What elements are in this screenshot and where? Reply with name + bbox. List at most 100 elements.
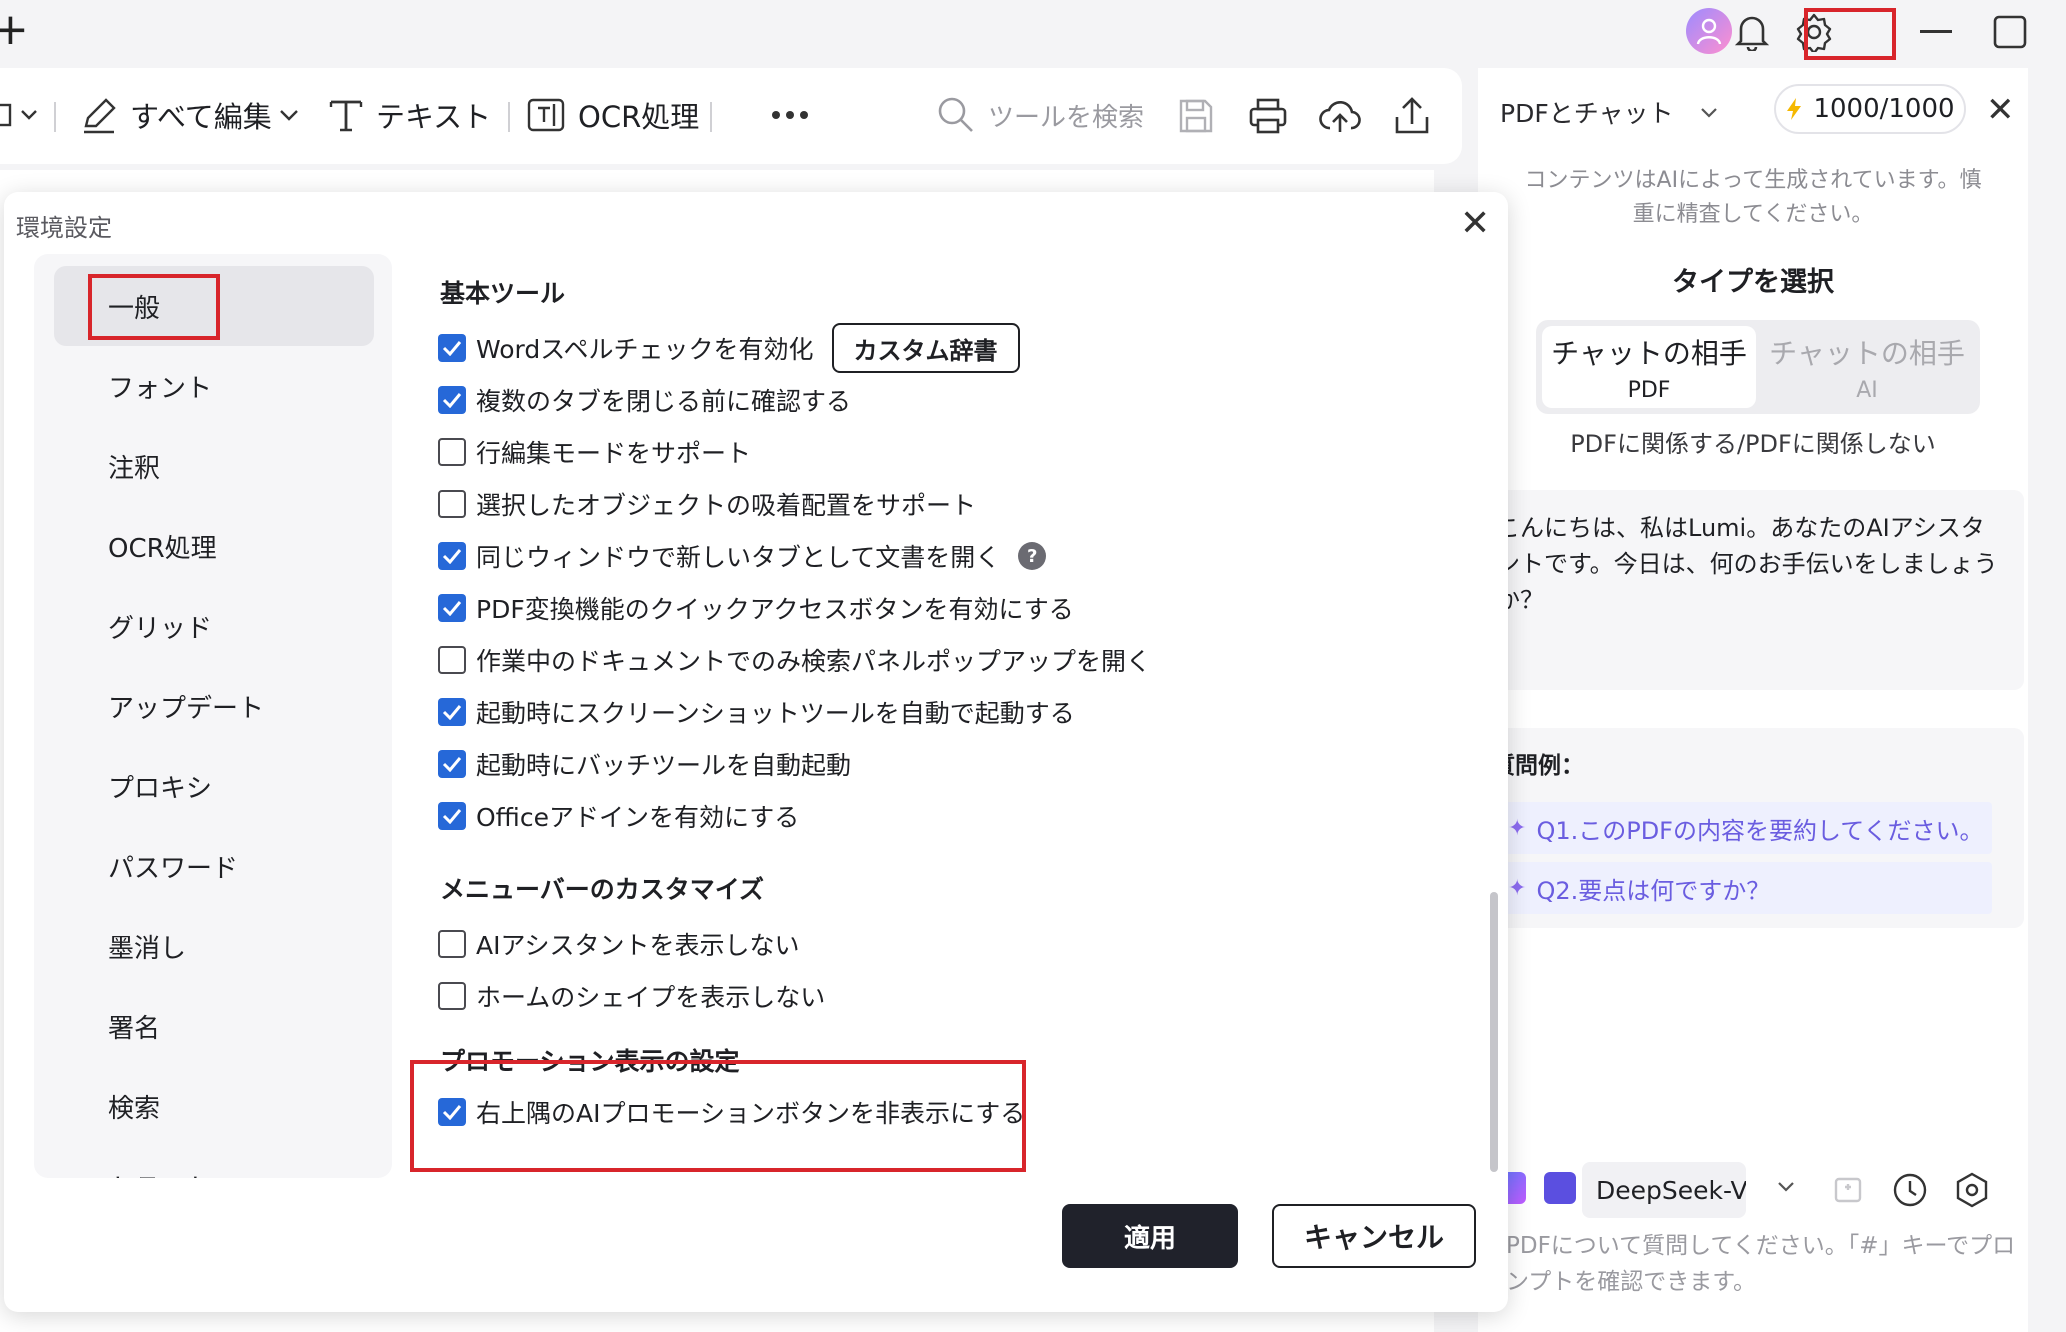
credits-badge[interactable]: 1000/1000 (1774, 84, 1966, 134)
type-option-label: チャットの相手 (1769, 337, 1965, 370)
checkbox-unchecked[interactable] (438, 490, 466, 518)
more-options-button[interactable] (770, 90, 822, 140)
option-hide-ai-assistant[interactable]: AIアシスタントを表示しない (438, 924, 799, 964)
option-word-spellcheck[interactable]: Wordスペルチェックを有効化 カスタム辞書 (438, 323, 1020, 373)
nav-item-label: 注釈 (108, 453, 161, 484)
nav-item-proxy[interactable]: プロキシ (54, 746, 374, 826)
nav-item-annotation[interactable]: 注釈 (54, 426, 374, 506)
nav-item-update[interactable]: アップデート (54, 666, 374, 746)
type-option-pdf[interactable]: チャットの相手 PDF (1542, 326, 1756, 408)
preferences-dialog: 環境設定 ✕ 一般 フォント 注釈 OCR処理 グリッド アップデート プロキシ… (4, 192, 1508, 1312)
settings-nav: 一般 フォント 注釈 OCR処理 グリッド アップデート プロキシ パスワード … (34, 254, 392, 1178)
model-label: DeepSeek-V3 (1596, 1175, 1746, 1205)
main-toolbar: すべて編集 テキスト OCR処理 ツールを検索 (0, 68, 1462, 164)
option-label: 起動時にスクリーンショットツールを自動で起動する (476, 699, 1075, 728)
checkbox-checked[interactable] (438, 594, 466, 622)
checkbox-checked[interactable] (438, 698, 466, 726)
type-option-ai[interactable]: チャットの相手 AI (1760, 326, 1974, 408)
checkbox-unchecked[interactable] (438, 646, 466, 674)
chat-mode-select[interactable]: PDFとチャット (1500, 84, 1719, 140)
nav-item-trust[interactable]: トラスト (54, 1146, 374, 1179)
greeting-message: こんにちは、私はLumi。あなたのAIアシスタントです。今日は、何のお手伝いをし… (1484, 490, 2024, 690)
example-question[interactable]: ✦ Q1.このPDFの内容を要約してください。 (1496, 802, 1992, 854)
view-menu-button[interactable] (0, 90, 58, 140)
option-search-panel-popup[interactable]: 作業中のドキュメントでのみ検索パネルポップアップを開く (438, 640, 1151, 680)
nav-item-label: 検索 (108, 1093, 161, 1124)
tool-search[interactable]: ツールを検索 (936, 90, 1144, 140)
option-quick-access-convert[interactable]: PDF変換機能のクイックアクセスボタンを有効にする (438, 588, 1074, 628)
close-icon[interactable]: ✕ (1460, 206, 1490, 242)
option-hide-home-shapes[interactable]: ホームのシェイプを表示しない (438, 976, 825, 1016)
text-tool-button[interactable]: テキスト (328, 90, 491, 140)
toolbar-separator (710, 102, 712, 132)
option-office-addin[interactable]: Officeアドインを有効にする (438, 796, 799, 836)
checkbox-unchecked[interactable] (438, 982, 466, 1010)
type-option-sub: PDF (1627, 378, 1671, 403)
ocr-label: OCR処理 (578, 100, 700, 134)
option-confirm-close-tabs[interactable]: 複数のタブを閉じる前に確認する (438, 380, 851, 420)
scrollbar-thumb[interactable] (1490, 892, 1498, 1172)
nav-item-ocr[interactable]: OCR処理 (54, 506, 374, 586)
option-line-edit-mode[interactable]: 行編集モードをサポート (438, 432, 751, 472)
edit-all-button[interactable]: すべて編集 (80, 90, 300, 140)
option-label: 同じウィンドウで新しいタブとして文書を開く (476, 543, 1001, 572)
checkbox-checked[interactable] (438, 542, 466, 570)
example-question[interactable]: ✦ Q2.要点は何ですか？ (1496, 862, 1992, 914)
lightning-icon (1787, 98, 1802, 120)
tool-search-placeholder: ツールを検索 (988, 102, 1145, 133)
checkbox-unchecked[interactable] (438, 438, 466, 466)
checkbox-checked[interactable] (438, 802, 466, 830)
share-icon[interactable] (1390, 94, 1434, 138)
custom-dictionary-button[interactable]: カスタム辞書 (831, 323, 1020, 373)
maximize-icon[interactable] (1986, 8, 2034, 56)
section-menubar: メニューバーのカスタマイズ (440, 875, 765, 904)
edit-all-label: すべて編集 (130, 100, 272, 134)
dialog-title: 環境設定 (16, 214, 112, 242)
new-tab-plus-icon[interactable]: + (0, 8, 29, 52)
ocr-button[interactable]: OCR処理 (526, 90, 699, 140)
close-icon[interactable]: ✕ (1986, 90, 2015, 130)
chat-tools-bar: DeepSeek-V3 (1494, 1158, 2014, 1222)
nav-item-search[interactable]: 検索 (54, 1066, 374, 1146)
promotion-highlight (410, 1060, 1026, 1172)
option-snap-objects[interactable]: 選択したオブジェクトの吸着配置をサポート (438, 484, 976, 524)
model-select[interactable]: DeepSeek-V3 (1582, 1162, 1746, 1218)
checkbox-unchecked[interactable] (438, 930, 466, 958)
checkbox-checked[interactable] (438, 750, 466, 778)
checkbox-checked[interactable] (438, 334, 466, 362)
cancel-button[interactable]: キャンセル (1272, 1204, 1476, 1268)
checkbox-checked[interactable] (438, 386, 466, 414)
chat-input[interactable]: PDFについて質問してください。「#」キーでプロンプトを確認できます。 (1506, 1228, 2016, 1300)
minimize-icon[interactable] (1912, 8, 1960, 56)
nav-item-grid[interactable]: グリッド (54, 586, 374, 666)
settings-content: 基本ツール Wordスペルチェックを有効化 カスタム辞書 複数のタブを閉じる前に… (404, 254, 1484, 1178)
chevron-down-icon (1701, 108, 1718, 118)
option-label: 作業中のドキュメントでのみ検索パネルポップアップを開く (476, 647, 1152, 676)
bell-icon[interactable] (1728, 8, 1776, 56)
option-label: AIアシスタントを表示しない (476, 931, 800, 960)
option-screenshot-autostart[interactable]: 起動時にスクリーンショットツールを自動で起動する (438, 692, 1075, 732)
settings-hex-icon (1956, 1172, 1988, 1208)
print-icon[interactable] (1246, 94, 1290, 138)
nav-item-password[interactable]: パスワード (54, 826, 374, 906)
type-option-sub: AI (1856, 378, 1878, 403)
apply-button[interactable]: 適用 (1062, 1204, 1238, 1268)
toolbar-separator (508, 102, 510, 132)
option-batch-autostart[interactable]: 起動時にバッチツールを自動起動 (438, 744, 851, 784)
cloud-upload-icon[interactable] (1318, 94, 1362, 138)
nav-item-font[interactable]: フォント (54, 346, 374, 426)
option-label: Wordスペルチェックを有効化 (476, 335, 814, 364)
nav-item-signature[interactable]: 署名 (54, 986, 374, 1066)
avatar[interactable] (1686, 8, 1732, 54)
nav-item-label: アップデート (108, 693, 265, 724)
nav-item-label: プロキシ (108, 773, 213, 804)
option-open-in-same-window[interactable]: 同じウィンドウで新しいタブとして文書を開く ? (438, 536, 1047, 576)
credits-value: 1000/1000 (1813, 94, 1955, 124)
save-icon[interactable] (1174, 94, 1218, 138)
help-icon[interactable]: ? (1018, 542, 1047, 570)
type-segmented-control: チャットの相手 PDF チャットの相手 AI (1536, 320, 1980, 414)
model-icon[interactable] (1544, 1172, 1576, 1204)
option-label: Officeアドインを有効にする (476, 803, 800, 832)
history-icon (1893, 1173, 1927, 1207)
nav-item-redaction[interactable]: 墨消し (54, 906, 374, 986)
